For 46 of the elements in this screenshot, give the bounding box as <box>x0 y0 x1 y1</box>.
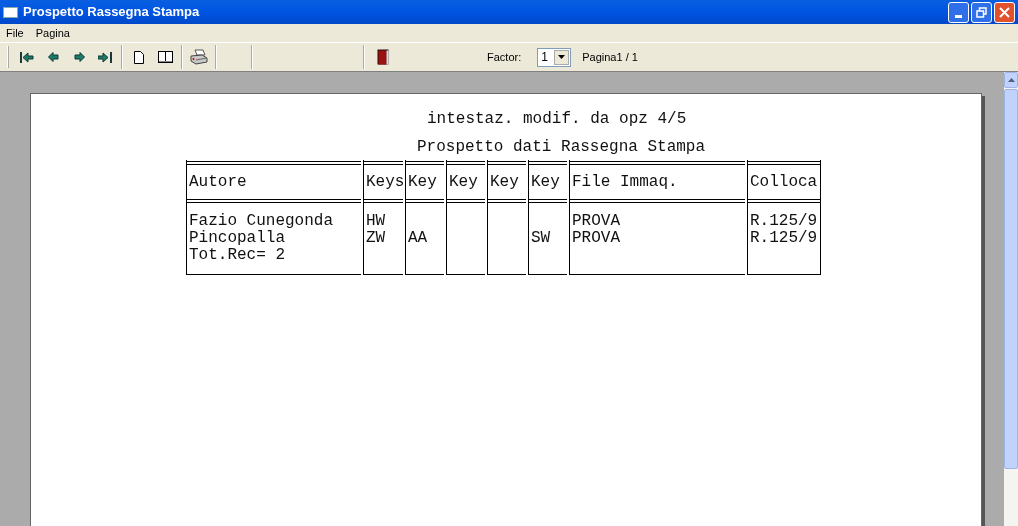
restore-button[interactable] <box>971 1 992 23</box>
window-icon <box>3 6 18 18</box>
vertical-scrollbar[interactable] <box>1004 72 1018 526</box>
column-header: Key <box>531 172 560 193</box>
factor-dropdown[interactable]: 1 <box>537 47 572 67</box>
first-page-icon <box>20 51 34 63</box>
close-icon <box>999 6 1010 18</box>
column-header: Keys <box>366 172 405 193</box>
up-arrow-icon <box>1007 78 1015 82</box>
minimize-icon <box>955 14 962 18</box>
door-icon <box>377 49 389 65</box>
table-cell: PROVA <box>572 229 620 247</box>
table-cell: R.125/9 <box>750 229 818 247</box>
book-icon <box>157 51 173 63</box>
table-cell: Fazio Cunegonda <box>189 212 334 230</box>
page-icon <box>134 50 144 64</box>
scroll-up-button[interactable] <box>1004 72 1018 88</box>
table-cell: PROVA <box>572 212 620 230</box>
menu-item[interactable]: File <box>2 24 28 42</box>
close-button[interactable] <box>994 1 1015 23</box>
last-page-icon <box>98 51 112 63</box>
report-heading: intestaz. modif. da opz 4/5 <box>427 109 687 129</box>
window-title: Prospetto Rassegna Stampa <box>23 3 200 22</box>
restore-icon <box>976 6 987 18</box>
table-cell: Pincopalla <box>189 229 285 247</box>
table-cell: R.125/9 <box>750 212 818 230</box>
left-arrow-icon <box>47 52 59 62</box>
menu-item[interactable]: Pagina <box>31 24 74 42</box>
column-header: Key <box>449 172 478 193</box>
printer-icon <box>190 49 208 65</box>
table-cell: SW <box>531 229 551 247</box>
page-indicator: Pagina1 / 1 <box>582 49 638 65</box>
column-header: File Immaq. <box>572 172 678 193</box>
table-cell: ZW <box>366 229 386 247</box>
column-header: Autore <box>189 172 247 193</box>
report-title: Prospetto dati Rassegna Stampa <box>417 137 706 157</box>
factor-label: Factor: <box>487 49 522 65</box>
column-header: Key <box>408 172 437 193</box>
minimize-button[interactable] <box>948 1 969 23</box>
right-arrow-icon <box>73 52 85 62</box>
column-header: Key <box>490 172 519 193</box>
table-cell: AA <box>408 229 428 247</box>
table-cell: Tot.Rec= 2 <box>189 246 285 264</box>
table-cell: HW <box>366 212 386 230</box>
column-header: Colloca <box>750 172 818 193</box>
scroll-thumb[interactable] <box>1004 89 1018 469</box>
